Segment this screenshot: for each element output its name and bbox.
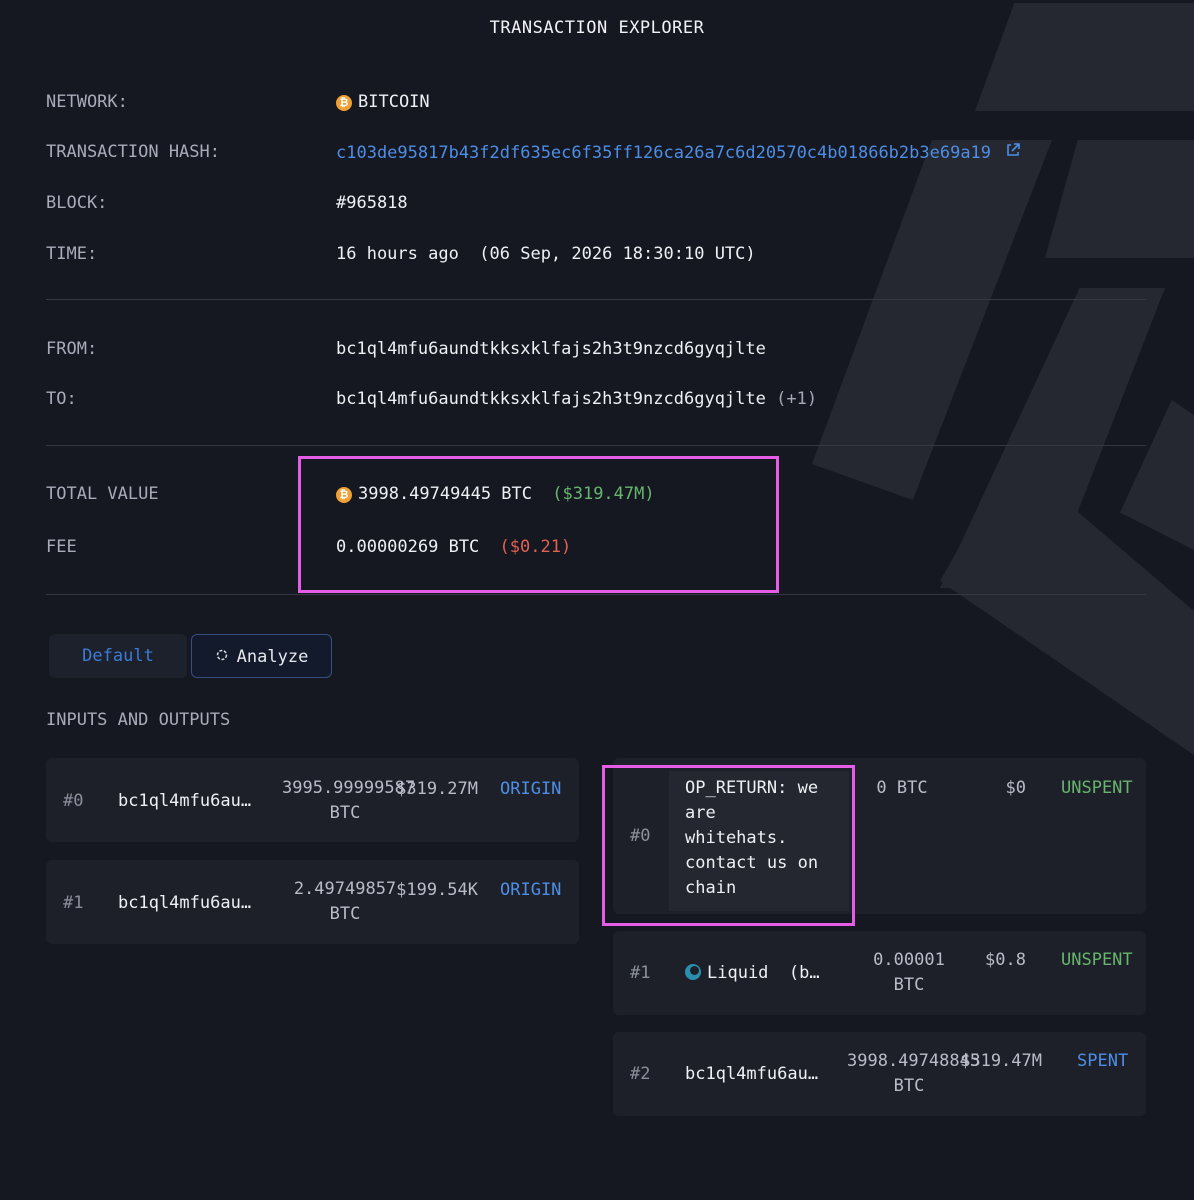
output-address-text[interactable]: Liquid (b…	[707, 963, 820, 983]
block-label: BLOCK:	[46, 193, 108, 213]
to-value: bc1ql4mfu6aundtkksxklfajs2h3t9nzcd6gyqjl…	[336, 389, 817, 409]
output-amount: 0 BTC	[876, 778, 928, 798]
block-value[interactable]: #965818	[336, 193, 408, 213]
tab-analyze[interactable]: Analyze	[191, 634, 332, 678]
page-title: TRANSACTION EXPLORER	[489, 18, 705, 38]
from-label: FROM:	[46, 339, 98, 359]
input-usd: $199.54K	[396, 880, 478, 900]
hash-value[interactable]: c103de95817b43f2df635ec6f35ff126ca26a7c6…	[336, 143, 991, 163]
input-row[interactable]: #0 bc1ql4mfu6au… 3995.99999587 BTC $319.…	[46, 758, 579, 842]
input-amount-unit: BTC	[329, 904, 361, 924]
output-row[interactable]: #1 Liquid (b… 0.00001 BTC $0.8 UNSPENT	[613, 931, 1146, 1015]
network-label: NETWORK:	[46, 92, 128, 112]
from-address[interactable]: bc1ql4mfu6aundtkksxklfajs2h3t9nzcd6gyqjl…	[336, 339, 766, 359]
fee-label: FEE	[46, 537, 77, 557]
input-status[interactable]: ORIGIN	[500, 779, 561, 799]
output-amount-unit: BTC	[893, 1076, 925, 1096]
output-usd: $0.8	[985, 950, 1026, 970]
to-label: TO:	[46, 389, 77, 409]
output-status[interactable]: UNSPENT	[1061, 778, 1133, 798]
value-highlight-box	[298, 456, 779, 593]
output-index: #2	[630, 1064, 651, 1084]
input-index: #1	[63, 893, 84, 913]
output-usd: $319.47M	[960, 1051, 1042, 1071]
input-usd: $319.27M	[396, 779, 478, 799]
output-index: #1	[630, 963, 651, 983]
output-row[interactable]: #2 bc1ql4mfu6au… 3998.49748845 BTC $319.…	[613, 1032, 1146, 1116]
output-address[interactable]: Liquid (b…	[685, 963, 820, 983]
output-amount-unit: BTC	[893, 975, 925, 995]
divider	[46, 445, 1146, 446]
tab-default[interactable]: Default	[49, 634, 187, 678]
hash-label: TRANSACTION HASH:	[46, 142, 220, 162]
output-address[interactable]: bc1ql4mfu6au…	[685, 1064, 818, 1084]
bitcoin-icon: ₿	[336, 95, 352, 111]
total-value-label: TOTAL VALUE	[46, 484, 159, 504]
output-amount-value: 0.00001	[873, 950, 945, 970]
op-return-highlight-box	[602, 765, 855, 926]
input-status[interactable]: ORIGIN	[500, 880, 561, 900]
section-title: INPUTS AND OUTPUTS	[46, 710, 231, 730]
to-address[interactable]: bc1ql4mfu6aundtkksxklfajs2h3t9nzcd6gyqjl…	[336, 389, 766, 409]
divider	[46, 299, 1146, 300]
hash-link[interactable]: c103de95817b43f2df635ec6f35ff126ca26a7c6…	[336, 142, 1021, 163]
time-value: 16 hours ago (06 Sep, 2026 18:30:10 UTC)	[336, 244, 756, 264]
output-status[interactable]: UNSPENT	[1061, 950, 1133, 970]
liquid-icon	[685, 964, 701, 980]
input-address[interactable]: bc1ql4mfu6au…	[118, 893, 251, 913]
input-row[interactable]: #1 bc1ql4mfu6au… 2.49749857 BTC $199.54K…	[46, 860, 579, 944]
divider	[46, 594, 1146, 595]
output-usd: $0	[1005, 778, 1026, 798]
output-status[interactable]: SPENT	[1077, 1051, 1128, 1071]
input-index: #0	[63, 791, 84, 811]
to-extra-count[interactable]: (+1)	[776, 389, 817, 409]
input-address[interactable]: bc1ql4mfu6au…	[118, 791, 251, 811]
input-amount-unit: BTC	[329, 803, 361, 823]
time-label: TIME:	[46, 244, 98, 264]
network-value: ₿ BITCOIN	[336, 92, 430, 112]
external-link-icon[interactable]	[1005, 142, 1021, 158]
output-amount: 0.00001 BTC	[851, 948, 967, 998]
tab-analyze-label: Analyze	[236, 647, 309, 667]
sparkle-icon	[216, 649, 227, 661]
network-name: BITCOIN	[358, 92, 430, 112]
